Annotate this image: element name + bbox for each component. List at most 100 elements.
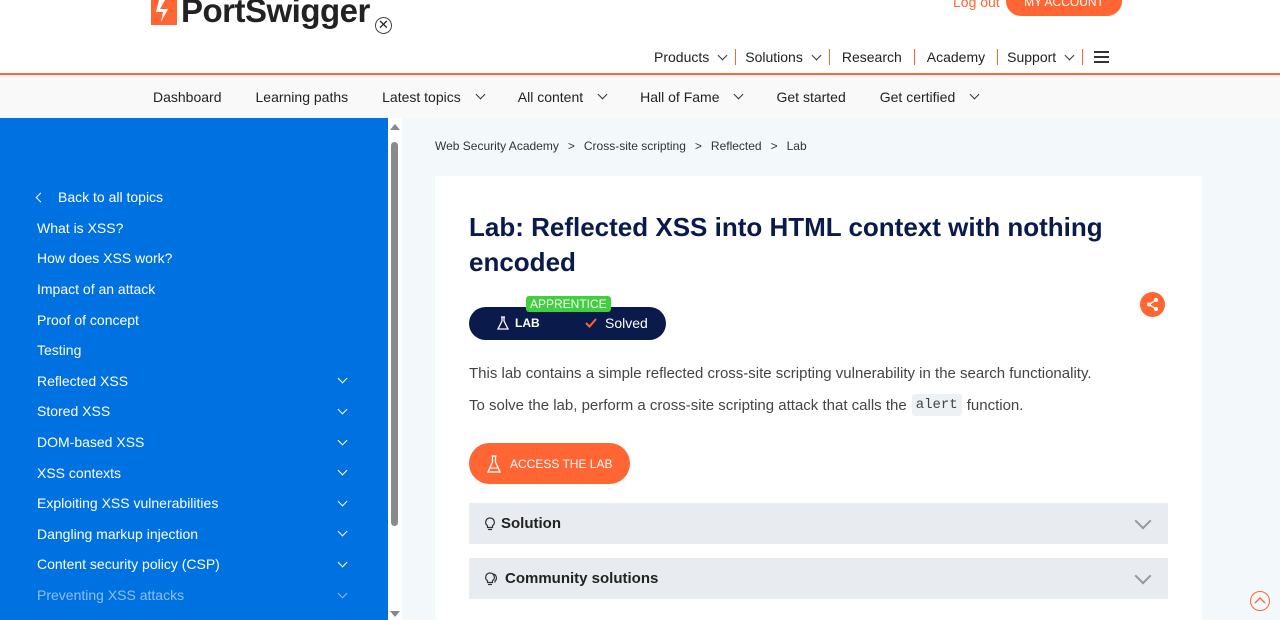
breadcrumb-link[interactable]: Cross-site scripting (584, 139, 686, 153)
sidebar-item-how-does-xss-work[interactable]: How does XSS work? (37, 243, 352, 274)
sidebar-back-label: Back to all topics (58, 189, 164, 206)
topnav-item-research[interactable]: Research (830, 48, 914, 66)
subnav-learning-paths[interactable]: Learning paths (256, 89, 349, 105)
flask-icon (497, 316, 509, 330)
scroll-up-arrow-icon[interactable] (390, 124, 400, 130)
chevron-left-icon (35, 192, 46, 203)
sidebar-item-csp[interactable]: Content security policy (CSP) (37, 549, 352, 580)
chevron-down-icon[interactable] (337, 465, 348, 476)
lab-tag: LAB (497, 316, 540, 330)
topnav-item-solutions[interactable]: Solutions (736, 48, 829, 66)
sidebar-item-testing[interactable]: Testing (37, 335, 352, 366)
chevron-down-icon[interactable] (337, 404, 348, 415)
back-to-top-button[interactable] (1250, 591, 1270, 611)
chevron-down-icon[interactable] (337, 526, 348, 537)
hamburger-menu-icon[interactable] (1094, 51, 1110, 63)
subnav-get-certified[interactable]: Get certified (880, 89, 980, 105)
sidebar-item-exploiting-xss[interactable]: Exploiting XSS vulnerabilities (37, 488, 352, 519)
breadcrumb-current[interactable]: Lab (787, 139, 807, 153)
chevron-down-icon (1134, 512, 1152, 529)
breadcrumb-link[interactable]: Web Security Academy (435, 139, 559, 153)
close-sidebar-icon[interactable]: ✕ (375, 17, 392, 34)
lab-task: To solve the lab, perform a cross-site s… (469, 394, 1023, 416)
subnav-hall-of-fame[interactable]: Hall of Fame (640, 88, 744, 105)
sidebar-item-label: How does XSS work? (37, 250, 173, 267)
lab-status-badge: APPRENTICE LAB Solved (469, 296, 666, 340)
chevron-down-icon[interactable] (337, 496, 348, 507)
sidebar-item-reflected-xss[interactable]: Reflected XSS (37, 366, 352, 397)
flask-icon (487, 454, 501, 473)
topnav-item-support[interactable]: Support (998, 48, 1082, 66)
breadcrumb-link[interactable]: Reflected (711, 139, 762, 153)
share-button[interactable] (1140, 292, 1165, 317)
sidebar-item-proof-of-concept[interactable]: Proof of concept (37, 304, 352, 335)
breadcrumb-separator: > (694, 139, 702, 153)
site-header: PortSwigger Log out MY ACCOUNT Products … (0, 0, 1280, 75)
access-lab-label: ACCESS THE LAB (510, 456, 613, 471)
lightbulb-icon (485, 516, 495, 530)
logo-text: PortSwigger (181, 0, 370, 29)
subnav-label: Hall of Fame (640, 88, 720, 105)
community-solutions-accordion[interactable]: Community solutions (469, 558, 1168, 599)
chevron-down-icon (1134, 567, 1152, 584)
topnav-label: Research (841, 49, 902, 65)
accordion-label: Community solutions (505, 570, 659, 587)
sidebar-item-label: Proof of concept (37, 311, 139, 328)
breadcrumb-separator: > (770, 139, 778, 153)
chevron-down-icon[interactable] (337, 557, 348, 568)
topnav-label: Academy (926, 49, 986, 65)
sidebar-item-what-is-xss[interactable]: What is XSS? (37, 213, 352, 244)
topnav-label: Solutions (745, 49, 803, 65)
subnav-label: Learning paths (255, 88, 349, 105)
chevron-down-icon (597, 89, 608, 100)
subnav-label: All content (517, 88, 584, 105)
chevron-down-icon[interactable] (337, 435, 348, 445)
topnav-item-products[interactable]: Products (645, 48, 735, 66)
chevron-down-icon[interactable] (337, 588, 348, 598)
topnav-label: Support (1007, 49, 1057, 65)
logout-link[interactable]: Log out (953, 0, 1000, 10)
chevron-down-icon (475, 89, 486, 100)
solved-label: Solved (605, 315, 648, 331)
topic-sidebar: Back to all topics What is XSS? How does… (0, 118, 388, 620)
solved-status: Solved (585, 315, 648, 331)
solution-accordion[interactable]: Solution (469, 503, 1168, 544)
sidebar-item-label: Dangling markup injection (37, 525, 199, 542)
subnav-get-started[interactable]: Get started (776, 89, 845, 105)
chevron-down-icon (717, 50, 728, 60)
sidebar-item-label: Exploiting XSS vulnerabilities (37, 495, 219, 512)
level-badge: APPRENTICE (526, 296, 611, 312)
breadcrumb-separator: > (567, 139, 575, 153)
chevron-down-icon (811, 50, 822, 60)
sidebar-item-dangling-markup[interactable]: Dangling markup injection (37, 519, 352, 550)
sidebar-item-label: Preventing XSS attacks (37, 587, 185, 604)
subnav-label: Dashboard (153, 88, 222, 105)
checkmark-icon (585, 318, 597, 328)
sidebar-item-preventing-xss[interactable]: Preventing XSS attacks (37, 580, 352, 611)
sidebar-item-impact[interactable]: Impact of an attack (37, 274, 352, 305)
sidebar-item-stored-xss[interactable]: Stored XSS (37, 396, 352, 427)
chevron-down-icon[interactable] (337, 373, 348, 384)
sidebar-back-link[interactable]: Back to all topics (33, 182, 352, 213)
subnav-latest-topics[interactable]: Latest topics (382, 89, 486, 105)
community-lightbulb-icon (485, 571, 497, 585)
access-lab-button[interactable]: ACCESS THE LAB (469, 443, 630, 484)
my-account-button[interactable]: MY ACCOUNT (1006, 0, 1122, 16)
sidebar-item-dom-based-xss[interactable]: DOM-based XSS (37, 427, 352, 458)
subnav-dashboard[interactable]: Dashboard (153, 89, 222, 105)
sidebar-list: Back to all topics What is XSS? How does… (35, 182, 352, 611)
scroll-down-arrow-icon[interactable] (390, 611, 400, 617)
chevron-down-icon (734, 89, 744, 100)
top-nav: Products Solutions Research Academy Supp… (645, 48, 1110, 66)
academy-nav: Dashboard Learning paths Latest topics A… (0, 75, 1280, 118)
portswigger-logo[interactable]: PortSwigger (151, 0, 370, 30)
sidebar-scrollbar-thumb[interactable] (391, 142, 398, 526)
topnav-label: Products (654, 49, 710, 65)
main-content: Web Security Academy > Cross-site script… (402, 118, 1280, 620)
lab-tag-label: LAB (515, 316, 540, 330)
subnav-all-content[interactable]: All content (517, 88, 608, 105)
sidebar-item-xss-contexts[interactable]: XSS contexts (37, 457, 352, 488)
sidebar-item-label: What is XSS? (37, 219, 124, 236)
portswigger-logo-icon (151, 0, 177, 25)
topnav-item-academy[interactable]: Academy (915, 48, 997, 66)
